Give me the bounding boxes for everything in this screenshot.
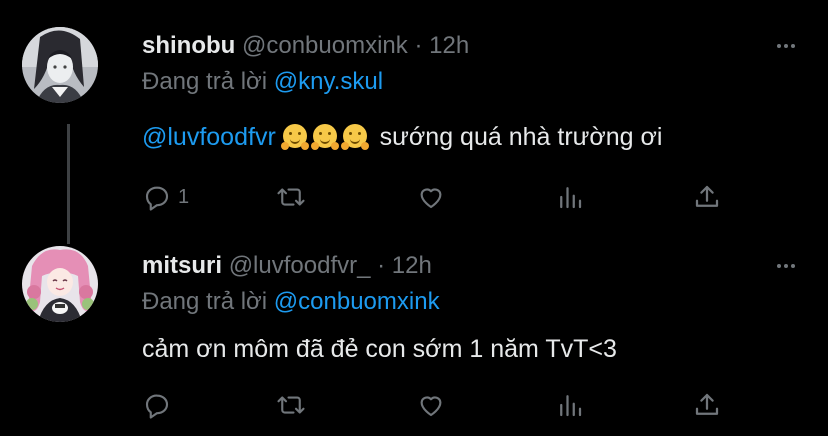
analytics-button[interactable] (555, 388, 585, 422)
display-name[interactable]: shinobu (142, 32, 235, 59)
action-bar (142, 388, 742, 422)
avatar[interactable] (22, 246, 98, 322)
retweet-button[interactable] (276, 180, 306, 214)
reply-icon (145, 186, 169, 211)
replying-to-mention[interactable]: @kny.skul (274, 68, 383, 95)
replying-to-label: Đang trả lời (142, 288, 268, 315)
user-handle[interactable]: @conbuomxink (242, 32, 408, 59)
share-icon (695, 185, 719, 207)
text-mention[interactable]: @luvfoodfvr (142, 123, 276, 151)
share-icon (695, 393, 719, 415)
tweet-text: cảm ơn môm đã đẻ con sớm 1 năm TvT<3 (142, 335, 617, 364)
action-bar: 1 (142, 180, 742, 214)
replying-to-mention[interactable]: @conbuomxink (274, 288, 440, 315)
more-icon[interactable] (774, 34, 798, 58)
tweet-shinobu[interactable]: shinobu @conbuomxink · 12h Đang trả lời … (0, 0, 828, 232)
display-name[interactable]: mitsuri (142, 252, 222, 279)
analytics-button[interactable] (555, 180, 585, 214)
retweet-button[interactable] (276, 388, 306, 422)
analytics-icon (560, 187, 582, 209)
reply-button[interactable] (142, 388, 178, 422)
separator-dot: · (377, 252, 386, 279)
hugging-face-emoji-icon (340, 124, 369, 150)
share-button[interactable] (692, 180, 722, 214)
retweet-icon (277, 396, 305, 414)
user-handle[interactable]: @luvfoodfvr_ (229, 252, 371, 279)
retweet-icon (277, 188, 305, 206)
tweet-header: shinobu @conbuomxink · 12h (142, 32, 469, 60)
like-button[interactable] (416, 388, 446, 422)
avatar[interactable] (22, 27, 98, 103)
separator-dot: · (414, 32, 423, 59)
more-icon[interactable] (774, 254, 798, 278)
like-icon (420, 396, 442, 417)
tweet-mitsuri[interactable]: mitsuri @luvfoodfvr_ · 12h Đang trả lời … (0, 232, 828, 436)
reply-icon (145, 394, 169, 419)
timestamp[interactable]: 12h (429, 32, 469, 59)
like-button[interactable] (416, 180, 446, 214)
hugging-face-emoji-icon (280, 124, 309, 150)
share-button[interactable] (692, 388, 722, 422)
tweet-text: @luvfoodfvr sướng quá nhà trường ơi (142, 123, 662, 152)
replying-to-label: Đang trả lời (142, 68, 268, 95)
analytics-icon (560, 395, 582, 417)
hugging-face-emoji-icon (310, 124, 339, 150)
tweet-body-text: cảm ơn môm đã đẻ con sớm 1 năm TvT<3 (142, 335, 617, 363)
replying-to: Đang trả lời @kny.skul (142, 68, 383, 96)
replying-to: Đang trả lời @conbuomxink (142, 288, 440, 316)
reply-button[interactable]: 1 (142, 180, 189, 214)
timestamp[interactable]: 12h (392, 252, 432, 279)
tweet-body-text: sướng quá nhà trường ơi (379, 123, 663, 151)
reply-count: 1 (178, 185, 190, 208)
tweet-header: mitsuri @luvfoodfvr_ · 12h (142, 252, 432, 280)
like-icon (420, 188, 442, 209)
